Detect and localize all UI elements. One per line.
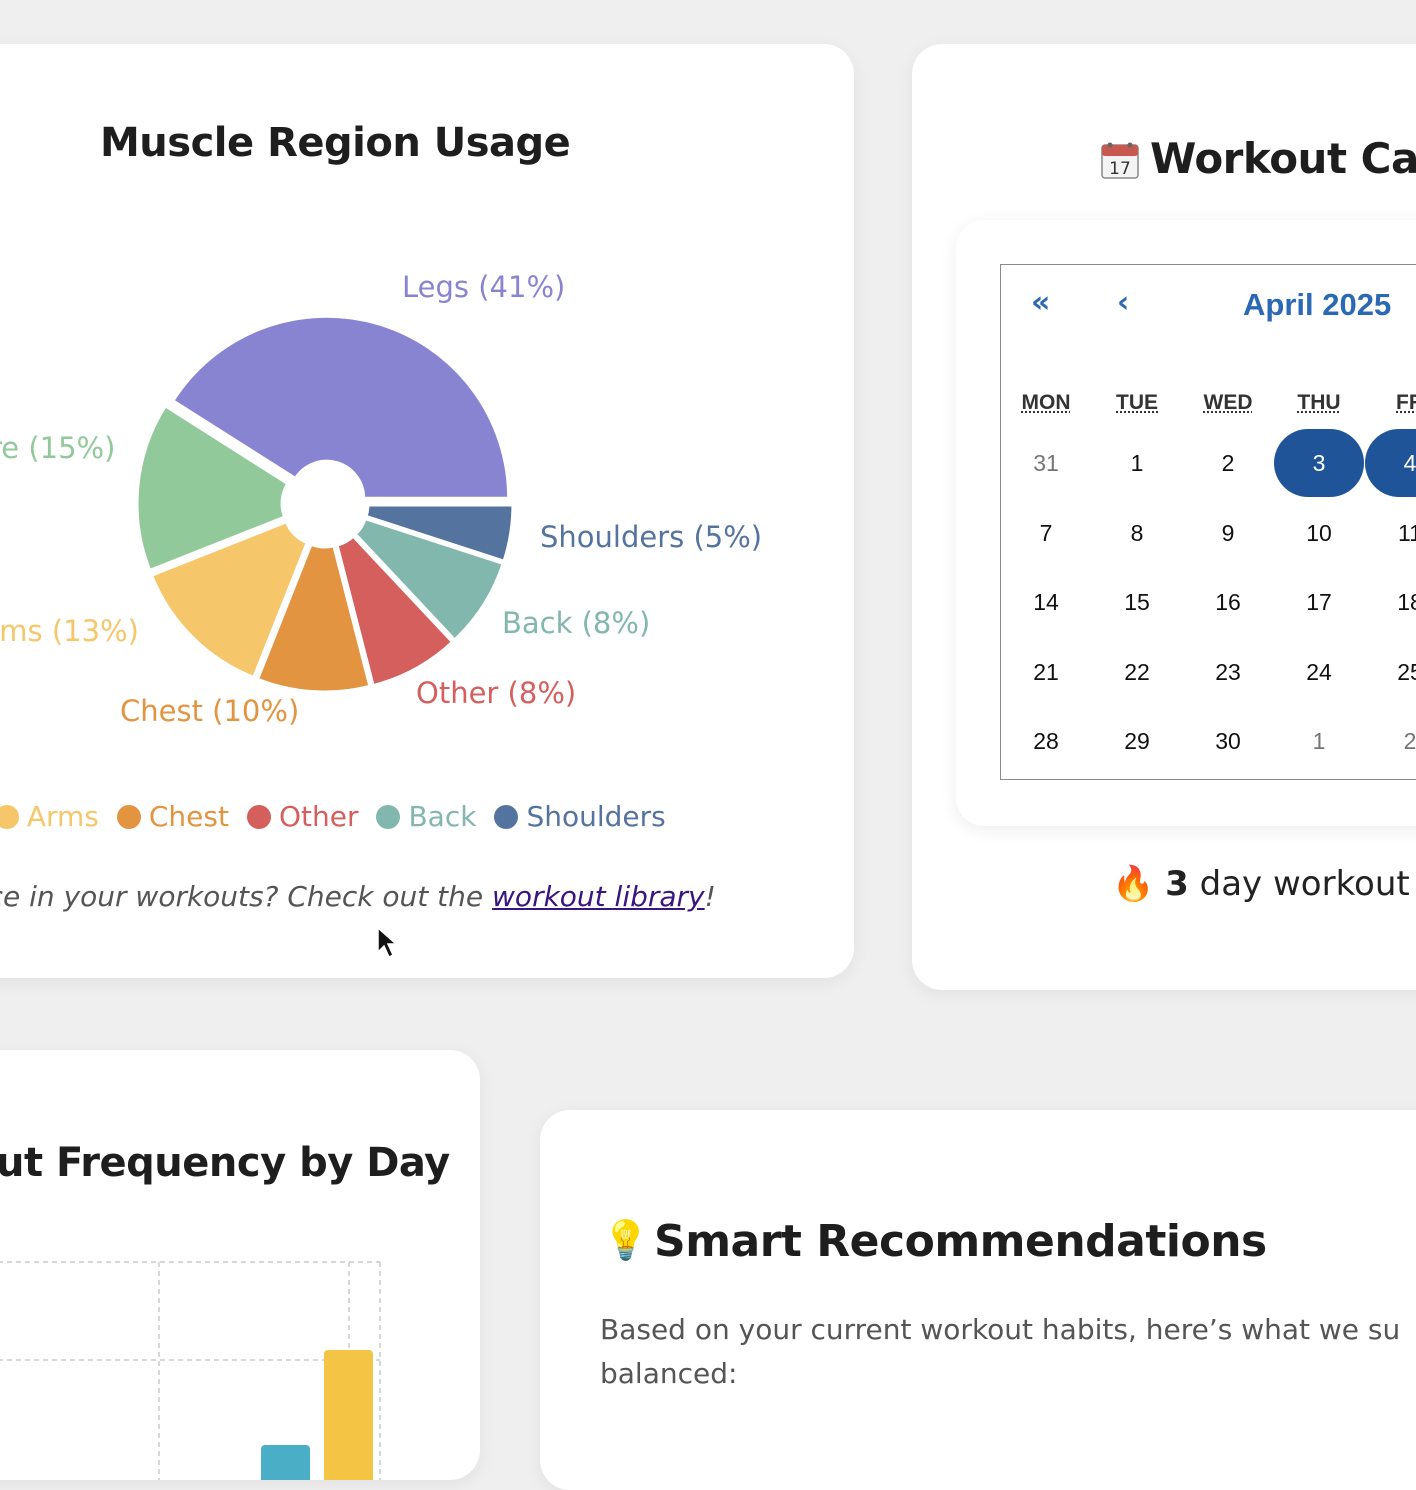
workout-streak: 🔥 3 day workout s [1112, 864, 1416, 904]
streak-number: 3 [1165, 864, 1189, 904]
legend-dot-back [376, 804, 401, 829]
recs-description: Based on your current workout habits, he… [600, 1313, 1401, 1390]
lightbulb-icon: 💡 [602, 1218, 650, 1262]
workout-library-link[interactable]: workout library [492, 880, 705, 913]
pie-label-arms: Arms (13%) [0, 614, 139, 648]
calendar-day[interactable]: 8 [1092, 499, 1182, 567]
calendar-day[interactable]: 1 [1092, 429, 1182, 497]
calendar-day[interactable]: 17 [1274, 568, 1364, 636]
pie-label-back: Back (8%) [502, 606, 651, 640]
legend-item-chest[interactable]: Chest [116, 800, 229, 833]
calendar-icon: 17 [1100, 140, 1139, 179]
calendar-day[interactable]: 29 [1092, 707, 1182, 775]
calendar-day[interactable]: 2 [1365, 707, 1416, 775]
calendar-day[interactable]: 1 [1274, 707, 1364, 775]
calendar-day[interactable]: 30 [1183, 707, 1273, 775]
calendar-day[interactable]: 14 [1001, 568, 1091, 636]
legend-dot-chest [116, 804, 141, 829]
legend-dot-other [246, 804, 271, 829]
legend-label-chest: Chest [148, 800, 229, 833]
legend-item-shoulders[interactable]: Shoulders [494, 800, 666, 833]
calendar-day[interactable]: 7 [1001, 499, 1091, 567]
legend-dot-shoulders [494, 804, 519, 829]
legend-label-shoulders: Shoulders [526, 800, 666, 833]
calendar-day[interactable]: 4 [1365, 429, 1416, 497]
calendar-day[interactable]: 2 [1183, 429, 1273, 497]
mouse-cursor-icon [377, 926, 398, 959]
legend-label-back: Back [408, 800, 477, 833]
smart-recommendations-card: 💡 Smart Recommendations Based on your cu… [540, 1110, 1416, 1490]
calendar-day[interactable]: 18 [1365, 568, 1416, 636]
calendar-month-label: April 2025 [1243, 287, 1392, 322]
calendar-day[interactable]: 24 [1274, 638, 1364, 706]
calendar-day[interactable]: 23 [1183, 638, 1273, 706]
legend-dot-arms [0, 804, 19, 829]
weekday-tue: TUE [1116, 391, 1158, 414]
frequency-bar-chart [0, 1261, 381, 1480]
weekday-wed: WED [1203, 391, 1253, 414]
workout-calendar-card: 17 Workout Cal « ‹ April 2025 MON TUE WED T… [912, 44, 1416, 990]
pie-label-shoulders: Shoulders (5%) [540, 520, 763, 554]
calendar-day[interactable]: 28 [1001, 707, 1091, 775]
legend-item-other[interactable]: Other [246, 800, 359, 833]
weekday-mon: MON [1021, 391, 1071, 414]
recs-card-title: Smart Recommendations [654, 1216, 1267, 1267]
legend-item-back[interactable]: Back [376, 800, 476, 833]
calendar-card-title: Workout Cal [1150, 134, 1416, 183]
prev-month-button[interactable]: ‹ [1117, 285, 1129, 320]
svg-text:17: 17 [1109, 159, 1131, 179]
streak-text: day workout s [1188, 864, 1416, 904]
calendar-day[interactable]: 21 [1001, 638, 1091, 706]
calendar-day[interactable]: 16 [1183, 568, 1273, 636]
pie-label-core: re (15%) [0, 431, 116, 465]
frequency-bar[interactable] [261, 1445, 310, 1480]
weekday-fr: FR [1396, 391, 1416, 414]
frequency-bar[interactable] [324, 1350, 373, 1480]
calendar-day[interactable]: 31 [1001, 429, 1091, 497]
calendar-day[interactable]: 10 [1274, 499, 1364, 567]
calendar-day[interactable]: 15 [1092, 568, 1182, 636]
note-text: balance in your workouts? Check out the [0, 880, 484, 913]
fire-icon: 🔥 [1112, 864, 1155, 904]
calendar-widget: « ‹ April 2025 MONTUEWEDTHUFR 3112347891… [1000, 264, 1416, 780]
calendar-day[interactable]: 9 [1183, 499, 1273, 567]
pie-label-legs: Legs (41%) [402, 270, 566, 304]
workout-balance-note: balance in your workouts? Check out the … [0, 880, 716, 913]
muscle-region-card: Muscle Region Usage Legs (41%) Shoulders … [0, 44, 854, 978]
calendar-panel: « ‹ April 2025 MONTUEWEDTHUFR 3112347891… [956, 220, 1416, 826]
calendar-day[interactable]: 25 [1365, 638, 1416, 706]
calendar-day[interactable]: 22 [1092, 638, 1182, 706]
calendar-day[interactable]: 11 [1365, 499, 1416, 567]
pie-legend: CoreArmsChestOtherBackShoulders [0, 800, 684, 833]
legend-item-arms[interactable]: Arms [0, 800, 99, 833]
calendar-day[interactable]: 3 [1274, 429, 1364, 497]
legend-label-arms: Arms [26, 800, 99, 833]
pie-label-other: Other (8%) [416, 676, 577, 710]
legend-label-other: Other [278, 800, 359, 833]
pie-label-chest: Chest (10%) [120, 694, 300, 728]
weekday-thu: THU [1297, 391, 1341, 414]
workout-frequency-card: ut Frequency by Day [0, 1050, 480, 1480]
prev-year-button[interactable]: « [1031, 285, 1050, 320]
note-end: ! [704, 880, 716, 913]
